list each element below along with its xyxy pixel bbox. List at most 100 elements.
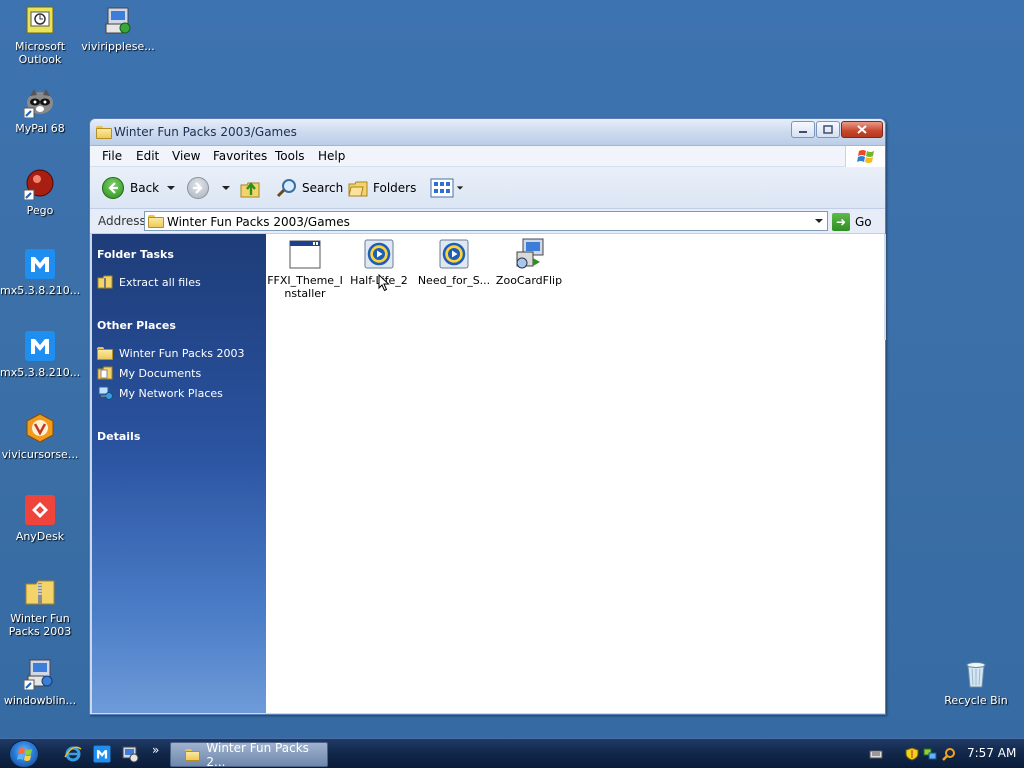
- minimize-button[interactable]: [791, 121, 815, 138]
- media-file-icon: [438, 238, 470, 270]
- recycle-bin-icon: [960, 658, 992, 690]
- folders-label: Folders: [373, 181, 417, 195]
- back-button[interactable]: Back: [102, 176, 159, 200]
- file-name: ZooCardFlip: [495, 274, 563, 287]
- chevron-down-icon: [815, 219, 823, 223]
- windows-logo-icon: [17, 748, 32, 761]
- scrollbar[interactable]: [884, 234, 886, 340]
- quicklaunch-ie[interactable]: [64, 745, 82, 763]
- installer-icon: [23, 658, 56, 691]
- details-header[interactable]: Details: [97, 430, 140, 443]
- app-icon: [122, 746, 139, 763]
- toolbar: Back Search Folders: [90, 167, 885, 209]
- folder-icon: [96, 125, 112, 139]
- folder-tasks-header[interactable]: Folder Tasks: [97, 248, 174, 261]
- desktop-icon-recycle-bin[interactable]: Recycle Bin: [936, 658, 1016, 707]
- desktop-icon-label: Pego: [26, 204, 54, 217]
- address-input[interactable]: Winter Fun Packs 2003/Games: [144, 211, 828, 231]
- folders-button[interactable]: Folders: [347, 176, 416, 200]
- forward-dropdown-button[interactable]: [221, 176, 231, 200]
- desktop-icon-pego[interactable]: Pego: [0, 168, 80, 217]
- quicklaunch-overflow-button[interactable]: »: [152, 743, 159, 757]
- taskbar: » Winter Fun Packs 2... 7:57 AM: [0, 738, 1024, 768]
- menu-view[interactable]: View: [172, 149, 200, 163]
- place-my-documents[interactable]: My Documents: [97, 365, 201, 381]
- menu-help[interactable]: Help: [318, 149, 345, 163]
- start-button[interactable]: [9, 740, 39, 768]
- desktop-icon-mx5-b[interactable]: mx5.3.8.210...: [0, 330, 80, 379]
- go-arrow-icon: ➜: [832, 213, 850, 231]
- file-item-ffxi-theme-installer[interactable]: FFXI_Theme_Installer: [266, 238, 344, 300]
- vivicursor-icon: [24, 412, 56, 444]
- desktop-icon-outlook[interactable]: Microsoft Outlook: [0, 4, 80, 66]
- address-dropdown-button[interactable]: [811, 212, 827, 230]
- place-winter-fun-packs[interactable]: Winter Fun Packs 2003: [97, 345, 244, 361]
- anydesk-icon: [24, 494, 56, 526]
- maxthon-icon: [93, 745, 111, 763]
- place-label: My Documents: [119, 366, 202, 380]
- desktop-icon-mx5-a[interactable]: mx5.3.8.210...: [0, 248, 80, 297]
- file-name: FFXI_Theme_Installer: [267, 274, 343, 300]
- desktop-icon-viviripple[interactable]: viviripplese...: [78, 4, 158, 53]
- my-documents-icon: [97, 366, 113, 380]
- explorer-window[interactable]: Winter Fun Packs 2003/Games File Edit Vi…: [89, 118, 886, 715]
- task-pane: Folder Tasks Extract all files Other Pla…: [92, 234, 266, 713]
- security-shield-icon[interactable]: [905, 747, 919, 761]
- taskbar-button-explorer[interactable]: Winter Fun Packs 2...: [170, 740, 328, 768]
- desktop-icon-anydesk[interactable]: AnyDesk: [0, 494, 80, 543]
- internet-explorer-icon: [64, 746, 82, 762]
- search-icon: [276, 179, 296, 198]
- close-button[interactable]: [841, 121, 883, 138]
- views-grid-icon: [430, 178, 454, 198]
- up-folder-icon: [240, 182, 260, 198]
- desktop-icon-winter-fun-packs[interactable]: Winter Fun Packs 2003: [0, 576, 80, 638]
- raccoon-icon: [23, 86, 56, 119]
- place-my-network-places[interactable]: My Network Places: [97, 385, 223, 401]
- installer-icon: [102, 4, 134, 36]
- desktop-icon-vivicursor[interactable]: vivicursorse...: [0, 412, 80, 461]
- other-places-header[interactable]: Other Places: [97, 319, 176, 332]
- task-extract-all-files[interactable]: Extract all files: [97, 274, 201, 290]
- views-button[interactable]: [430, 176, 464, 200]
- zip-folder-icon: [24, 576, 56, 608]
- menu-edit[interactable]: Edit: [136, 149, 159, 163]
- maxthon-icon: [24, 248, 56, 280]
- network-places-icon: [97, 386, 113, 400]
- extract-icon: [97, 275, 113, 289]
- search-button[interactable]: Search: [276, 176, 343, 200]
- pego-icon: [23, 168, 56, 201]
- maximize-button[interactable]: [816, 121, 840, 138]
- installer-icon: [513, 238, 545, 270]
- desktop-icon-mypal[interactable]: MyPal 68: [0, 86, 80, 135]
- back-arrow-icon: [102, 177, 124, 199]
- desktop-icon-label: Microsoft Outlook: [14, 40, 66, 66]
- chevron-down-icon: [222, 186, 230, 190]
- desktop-icon-label: AnyDesk: [15, 530, 65, 543]
- title-bar[interactable]: Winter Fun Packs 2003/Games: [90, 119, 885, 146]
- menu-favorites[interactable]: Favorites: [213, 149, 267, 163]
- quicklaunch-maxthon[interactable]: [93, 745, 111, 763]
- file-list[interactable]: FFXI_Theme_Installer Half-Life_2 Need_fo…: [266, 234, 885, 713]
- file-item-need-for-speed[interactable]: Need_for_S...: [415, 238, 493, 287]
- forward-button[interactable]: [187, 176, 209, 200]
- menu-file[interactable]: File: [102, 149, 122, 163]
- folder-icon: [97, 346, 113, 360]
- network-icon[interactable]: [923, 747, 937, 761]
- go-button[interactable]: ➜ Go: [832, 212, 872, 232]
- folder-icon: [185, 748, 201, 761]
- desktop-icon-windowblinds[interactable]: windowblin...: [0, 658, 80, 707]
- taskbar-button-label: Winter Fun Packs 2...: [206, 740, 309, 768]
- up-folder-button[interactable]: [239, 176, 261, 200]
- menu-tools[interactable]: Tools: [275, 149, 305, 163]
- menu-bar: File Edit View Favorites Tools Help: [90, 146, 885, 167]
- maxthon-icon: [24, 330, 56, 362]
- quicklaunch-windowblinds[interactable]: [121, 745, 139, 763]
- keyboard-icon[interactable]: [869, 747, 883, 761]
- address-value: Winter Fun Packs 2003/Games: [167, 215, 350, 229]
- search-tray-icon[interactable]: [942, 747, 956, 761]
- file-item-zoocardflip[interactable]: ZooCardFlip: [490, 238, 568, 287]
- back-dropdown-button[interactable]: [166, 176, 176, 200]
- taskbar-clock[interactable]: 7:57 AM: [967, 746, 1016, 760]
- desktop-icon-label: mx5.3.8.210...: [0, 284, 81, 297]
- desktop-icon-label: vivicursorse...: [1, 448, 79, 461]
